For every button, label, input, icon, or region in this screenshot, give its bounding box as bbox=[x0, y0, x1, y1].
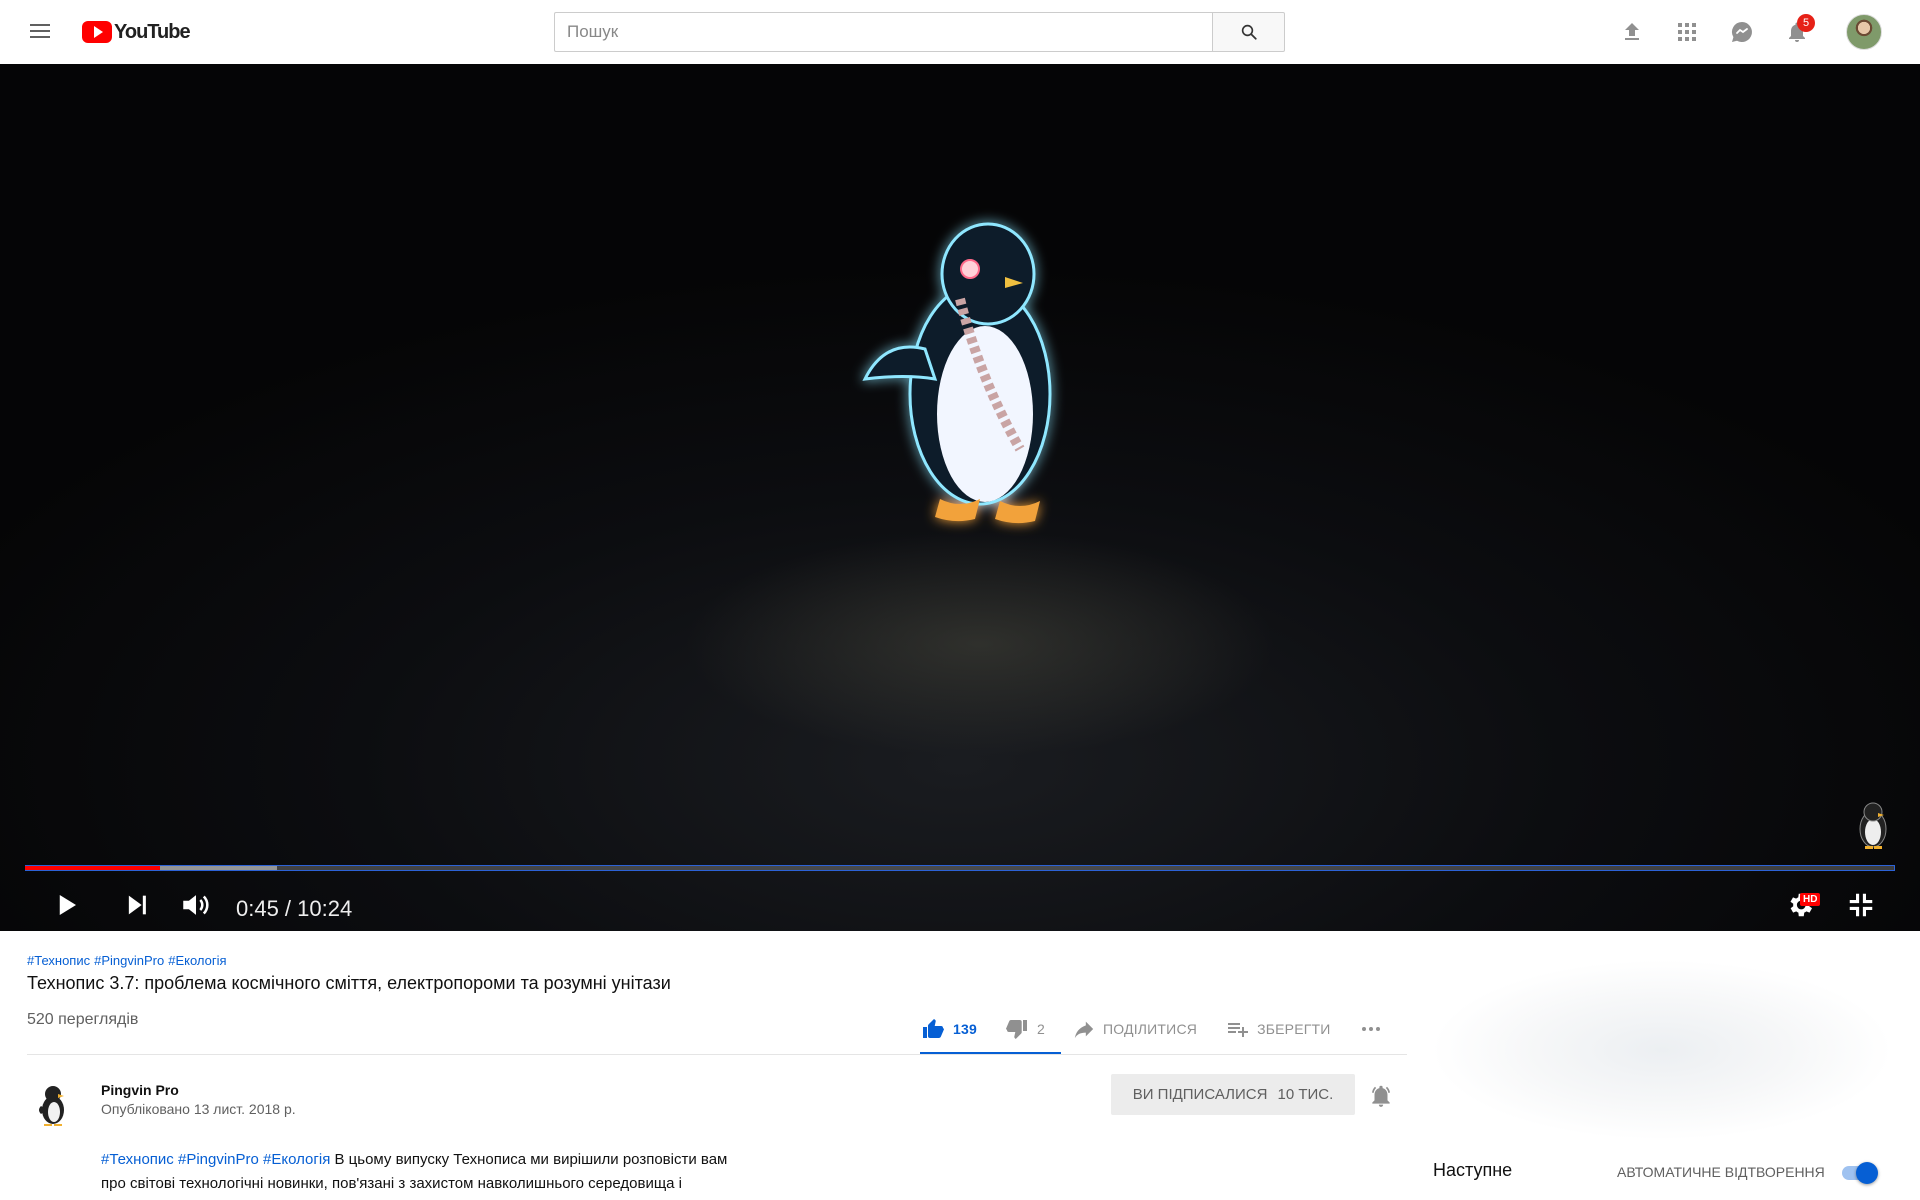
youtube-play-logo-icon bbox=[82, 21, 112, 43]
channel-avatar[interactable] bbox=[29, 1080, 77, 1128]
hashtag-link[interactable]: #Екологія bbox=[168, 953, 226, 968]
penguin-hologram-image bbox=[862, 222, 1052, 524]
save-label: Зберегти bbox=[1257, 1021, 1331, 1037]
dislike-count: 2 bbox=[1036, 1021, 1045, 1037]
share-button[interactable]: Поділитися bbox=[1073, 1011, 1197, 1047]
messages-button[interactable] bbox=[1730, 20, 1754, 44]
share-label: Поділитися bbox=[1102, 1021, 1198, 1037]
playlist-add-icon bbox=[1228, 1023, 1249, 1037]
subscribed-button[interactable]: Ви підписалися 10 тис. bbox=[1111, 1074, 1355, 1115]
messages-icon bbox=[1732, 22, 1752, 42]
thumbs-up-icon bbox=[923, 1019, 944, 1038]
time-display: 0:45 / 10:24 bbox=[236, 896, 353, 921]
play-icon bbox=[59, 895, 76, 915]
apps-button[interactable] bbox=[1675, 20, 1699, 44]
view-count: 520 переглядів bbox=[27, 1011, 139, 1028]
autoplay-toggle[interactable] bbox=[1842, 1162, 1878, 1184]
progress-bar[interactable] bbox=[25, 863, 1895, 873]
youtube-logo[interactable]: YouTube bbox=[82, 20, 191, 44]
bell-ringing-icon bbox=[1372, 1085, 1390, 1107]
save-button[interactable]: Зберегти bbox=[1225, 1011, 1330, 1047]
toggle-knob bbox=[1856, 1162, 1878, 1184]
search-button[interactable] bbox=[1212, 12, 1285, 52]
notifications-button[interactable]: 5 bbox=[1785, 14, 1815, 44]
exit-fullscreen-icon bbox=[1849, 893, 1873, 917]
companion-ad-area bbox=[1432, 955, 1892, 1145]
publish-date: Опубліковано 13 лист. 2018 р. bbox=[101, 1101, 296, 1117]
hashtag-link[interactable]: #Екологія bbox=[263, 1151, 330, 1168]
progress-track[interactable] bbox=[25, 865, 1895, 871]
video-player[interactable]: 0:45 / 10:24 HD bbox=[0, 64, 1920, 931]
masthead: YouTube 5 bbox=[0, 0, 1920, 64]
skip-next-icon bbox=[128, 895, 146, 915]
exit-fullscreen-button[interactable] bbox=[1843, 888, 1879, 922]
subscriber-count: 10 тис. bbox=[1277, 1086, 1334, 1103]
progress-played bbox=[25, 866, 160, 870]
like-button[interactable]: 139 bbox=[921, 1011, 977, 1047]
channel-watermark-icon[interactable] bbox=[1852, 799, 1894, 851]
apps-grid-icon bbox=[1678, 23, 1696, 41]
search-bar bbox=[554, 12, 1285, 52]
logo-text: YouTube bbox=[114, 20, 191, 43]
notification-badge: 5 bbox=[1797, 14, 1815, 32]
upload-icon bbox=[1625, 23, 1639, 40]
volume-button[interactable] bbox=[178, 888, 214, 922]
hashtag-link[interactable]: #PingvinPro bbox=[94, 953, 164, 968]
volume-icon bbox=[183, 895, 209, 915]
thumbs-down-icon bbox=[1005, 1020, 1027, 1039]
menu-icon[interactable] bbox=[27, 20, 53, 44]
search-icon bbox=[1241, 24, 1257, 40]
channel-name[interactable]: Pingvin Pro bbox=[101, 1082, 179, 1098]
description-line: про світові технологічні новинки, пов'яз… bbox=[101, 1175, 683, 1192]
search-input[interactable] bbox=[554, 12, 1212, 52]
like-count: 139 bbox=[953, 1021, 977, 1037]
video-title: Технопис 3.7: проблема космічного сміття… bbox=[27, 973, 671, 993]
description-text: В цьому випуску Технописа ми вирішили ро… bbox=[330, 1151, 728, 1168]
video-description: #Технопис #PingvinPro #Екологія В цьому … bbox=[101, 1148, 821, 1196]
hashtag-link[interactable]: #Технопис bbox=[27, 953, 90, 968]
player-controls: 0:45 / 10:24 HD bbox=[0, 874, 1920, 931]
super-title-hashtags: #Технопис #PingvinPro #Екологія bbox=[27, 953, 231, 968]
next-button[interactable] bbox=[119, 888, 155, 922]
notification-preference-button[interactable] bbox=[1368, 1083, 1394, 1109]
up-next-heading: Наступне bbox=[1433, 1160, 1513, 1180]
hashtag-link[interactable]: #Технопис bbox=[101, 1151, 174, 1168]
share-arrow-icon bbox=[1074, 1021, 1094, 1039]
description-line: #Технопис #PingvinPro #Екологія В цьому … bbox=[101, 1148, 821, 1172]
avatar[interactable] bbox=[1846, 14, 1882, 50]
more-actions-button[interactable] bbox=[1359, 1011, 1391, 1047]
video-actions: 139 2 Поділитися Зберегти bbox=[921, 1011, 1391, 1047]
upload-button[interactable] bbox=[1620, 20, 1644, 44]
play-button[interactable] bbox=[48, 888, 84, 922]
divider bbox=[27, 1054, 1407, 1055]
hd-badge: HD bbox=[1800, 893, 1821, 906]
subscribed-label: Ви підписалися bbox=[1132, 1086, 1268, 1103]
hashtag-link[interactable]: #PingvinPro bbox=[178, 1151, 259, 1168]
dislike-button[interactable]: 2 bbox=[1005, 1011, 1045, 1047]
more-horizontal-icon bbox=[1361, 1027, 1380, 1031]
autoplay-label: Автоматичне відтворення bbox=[1617, 1164, 1825, 1180]
